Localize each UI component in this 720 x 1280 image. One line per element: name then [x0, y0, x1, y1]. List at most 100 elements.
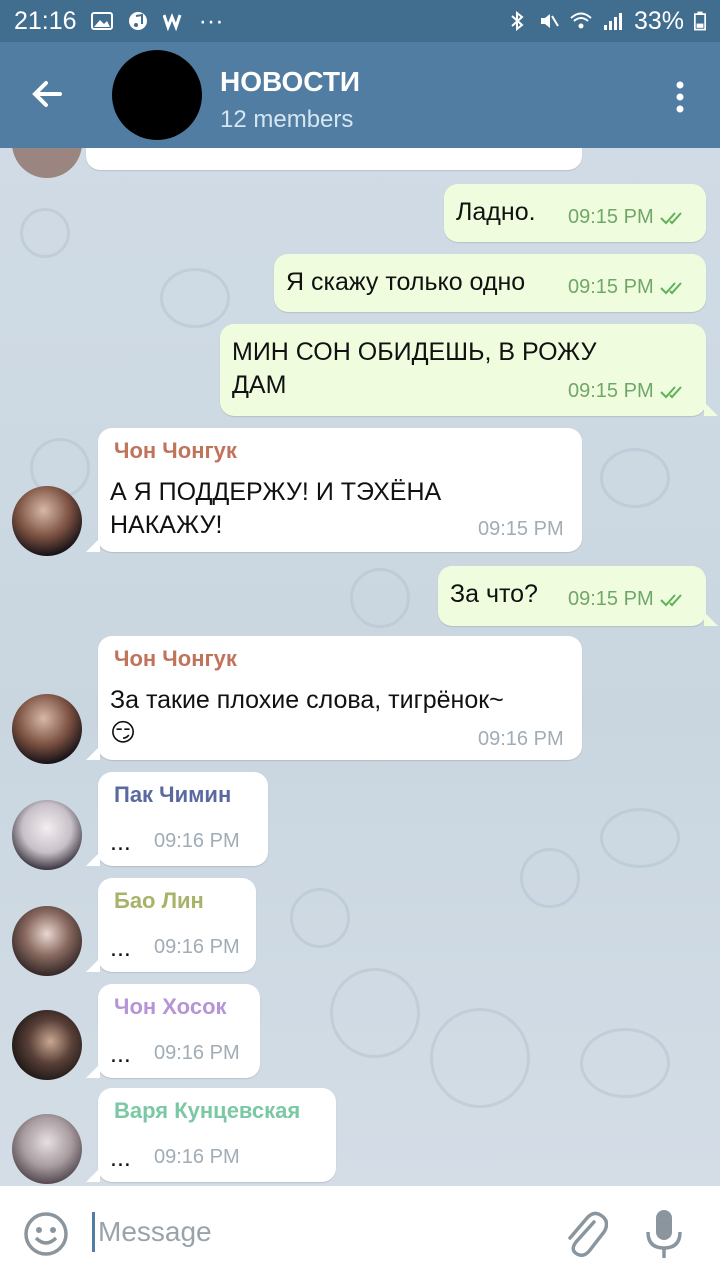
member-count: 12 members: [220, 106, 354, 133]
sender-name[interactable]: Бао Лин: [114, 888, 204, 914]
bg-doodle: [580, 1028, 670, 1098]
message-input[interactable]: Message: [98, 1216, 212, 1248]
message-bubble-in[interactable]: Варя Кунцевская ... 09:16 PM: [86, 1088, 336, 1182]
message-time: 09:15 PM: [478, 518, 564, 540]
bg-doodle: [600, 808, 680, 868]
bg-doodle: [290, 888, 350, 948]
sender-name[interactable]: Чон Хосок: [114, 994, 227, 1020]
text-cursor: [92, 1212, 95, 1252]
message-line: А Я ПОДДЕРЖУ! И ТЭХЁНА: [110, 478, 442, 506]
double-check-icon: [659, 282, 682, 295]
message-bubble-partial[interactable]: [86, 148, 582, 170]
message-bubble-in[interactable]: Бао Лин ... 09:16 PM: [86, 878, 256, 972]
message-time: 09:16 PM: [154, 1042, 240, 1064]
message-time: 09:16 PM: [154, 830, 240, 852]
message-bubble-in[interactable]: Чон Хосок ... 09:16 PM: [86, 984, 260, 1078]
w-app-icon: [162, 12, 181, 31]
bg-doodle: [160, 268, 230, 328]
message-time: 09:16 PM: [154, 1146, 240, 1168]
message-time: 09:16 PM: [478, 728, 564, 750]
group-title[interactable]: НОВОСТИ: [220, 66, 360, 98]
sender-name[interactable]: Чон Чонгук: [114, 646, 237, 672]
message-text: Ладно.: [456, 198, 536, 226]
back-arrow-icon[interactable]: [28, 74, 68, 114]
message-text: ...: [110, 934, 131, 962]
emoji-icon[interactable]: [22, 1210, 70, 1258]
bg-doodle: [330, 968, 420, 1058]
bg-doodle: [350, 568, 410, 628]
bubble-tail: [86, 1168, 100, 1182]
message-line: НАКАЖУ!: [110, 511, 223, 539]
avatar-varya[interactable]: [12, 1114, 82, 1184]
bubble-tail: [86, 1064, 100, 1078]
chat-area[interactable]: Ладно. 09:15 PM Я скажу только одно 09:1…: [0, 148, 720, 1186]
bubble-tail: [86, 852, 100, 866]
more-notifications-icon: ···: [198, 6, 224, 35]
double-check-icon: [659, 594, 682, 607]
message-text: ...: [110, 1144, 131, 1172]
message-text: МИН СОН ОБИДЕШЬ, В РОЖУ ДАМ: [232, 336, 597, 402]
message-text: А Я ПОДДЕРЖУ! И ТЭХЁНА НАКАЖУ!: [110, 476, 441, 542]
message-bubble-out[interactable]: Ладно. 09:15 PM: [444, 184, 706, 242]
avatar-jimin[interactable]: [12, 800, 82, 870]
message-text: ...: [110, 1040, 131, 1068]
avatar-hoseok[interactable]: [12, 1010, 82, 1080]
microphone-icon[interactable]: [644, 1208, 684, 1260]
sender-name[interactable]: Варя Кунцевская: [114, 1098, 300, 1124]
bubble-tail: [86, 746, 100, 760]
message-line: За такие плохие слова, тигрёнок~: [110, 686, 504, 714]
message-text: За такие плохие слова, тигрёнок~ 😏: [110, 684, 504, 750]
group-avatar[interactable]: [112, 50, 202, 140]
message-text: ...: [110, 828, 131, 856]
message-line: МИН СОН ОБИДЕШЬ, В РОЖУ: [232, 338, 597, 366]
message-line: ДАМ: [232, 371, 287, 399]
message-time: 09:15 PM: [568, 276, 688, 299]
message-time: 09:16 PM: [154, 936, 240, 958]
time-value: 09:15 PM: [568, 588, 654, 610]
status-bar: 21:16 ··· 33%: [0, 0, 720, 42]
sender-name[interactable]: Чон Чонгук: [114, 438, 237, 464]
message-composer: Message: [0, 1186, 720, 1280]
battery-icon: [694, 11, 706, 31]
wifi-icon: [570, 12, 592, 29]
bg-doodle: [20, 208, 70, 258]
message-text: За что?: [450, 580, 538, 608]
more-vert-icon[interactable]: [668, 80, 692, 114]
gallery-icon: [90, 12, 113, 30]
status-time: 21:16: [14, 6, 77, 35]
avatar-bao[interactable]: [12, 906, 82, 976]
avatar-jungkook[interactable]: [12, 486, 82, 556]
message-time: 09:15 PM: [568, 588, 688, 611]
message-bubble-in[interactable]: Чон Чонгук За такие плохие слова, тигрён…: [86, 636, 582, 760]
message-bubble-out[interactable]: За что? 09:15 PM: [438, 566, 718, 626]
avatar-jungkook[interactable]: [12, 694, 82, 764]
paperclip-icon[interactable]: [560, 1208, 608, 1260]
mute-icon: [540, 14, 559, 28]
time-value: 09:15 PM: [568, 206, 654, 228]
message-line: 😏: [110, 719, 137, 747]
message-bubble-in[interactable]: Пак Чимин ... 09:16 PM: [86, 772, 268, 866]
bg-doodle: [430, 1008, 530, 1108]
sender-name[interactable]: Пак Чимин: [114, 782, 231, 808]
message-bubble-in[interactable]: Чон Чонгук А Я ПОДДЕРЖУ! И ТЭХЁНА НАКАЖУ…: [86, 428, 582, 552]
bubble-tail: [704, 612, 718, 626]
bluetooth-icon: [511, 11, 524, 31]
bg-doodle: [600, 448, 670, 508]
music-icon: [128, 12, 147, 30]
bg-doodle: [520, 848, 580, 908]
time-value: 09:15 PM: [568, 276, 654, 298]
message-bubble-out[interactable]: МИН СОН ОБИДЕШЬ, В РОЖУ ДАМ 09:15 PM: [220, 324, 718, 416]
bubble-tail: [86, 958, 100, 972]
message-time: 09:15 PM: [568, 380, 688, 403]
signal-icon: [603, 13, 622, 30]
message-text: Я скажу только одно: [286, 268, 526, 296]
avatar-partial[interactable]: [12, 148, 82, 178]
message-time: 09:15 PM: [568, 206, 688, 229]
bubble-tail: [86, 538, 100, 552]
chat-header: НОВОСТИ 12 members: [0, 42, 720, 148]
double-check-icon: [659, 212, 682, 225]
time-value: 09:15 PM: [568, 380, 654, 402]
battery-level: 33%: [633, 6, 684, 35]
message-bubble-out[interactable]: Я скажу только одно 09:15 PM: [274, 254, 706, 312]
bubble-tail: [704, 402, 718, 416]
